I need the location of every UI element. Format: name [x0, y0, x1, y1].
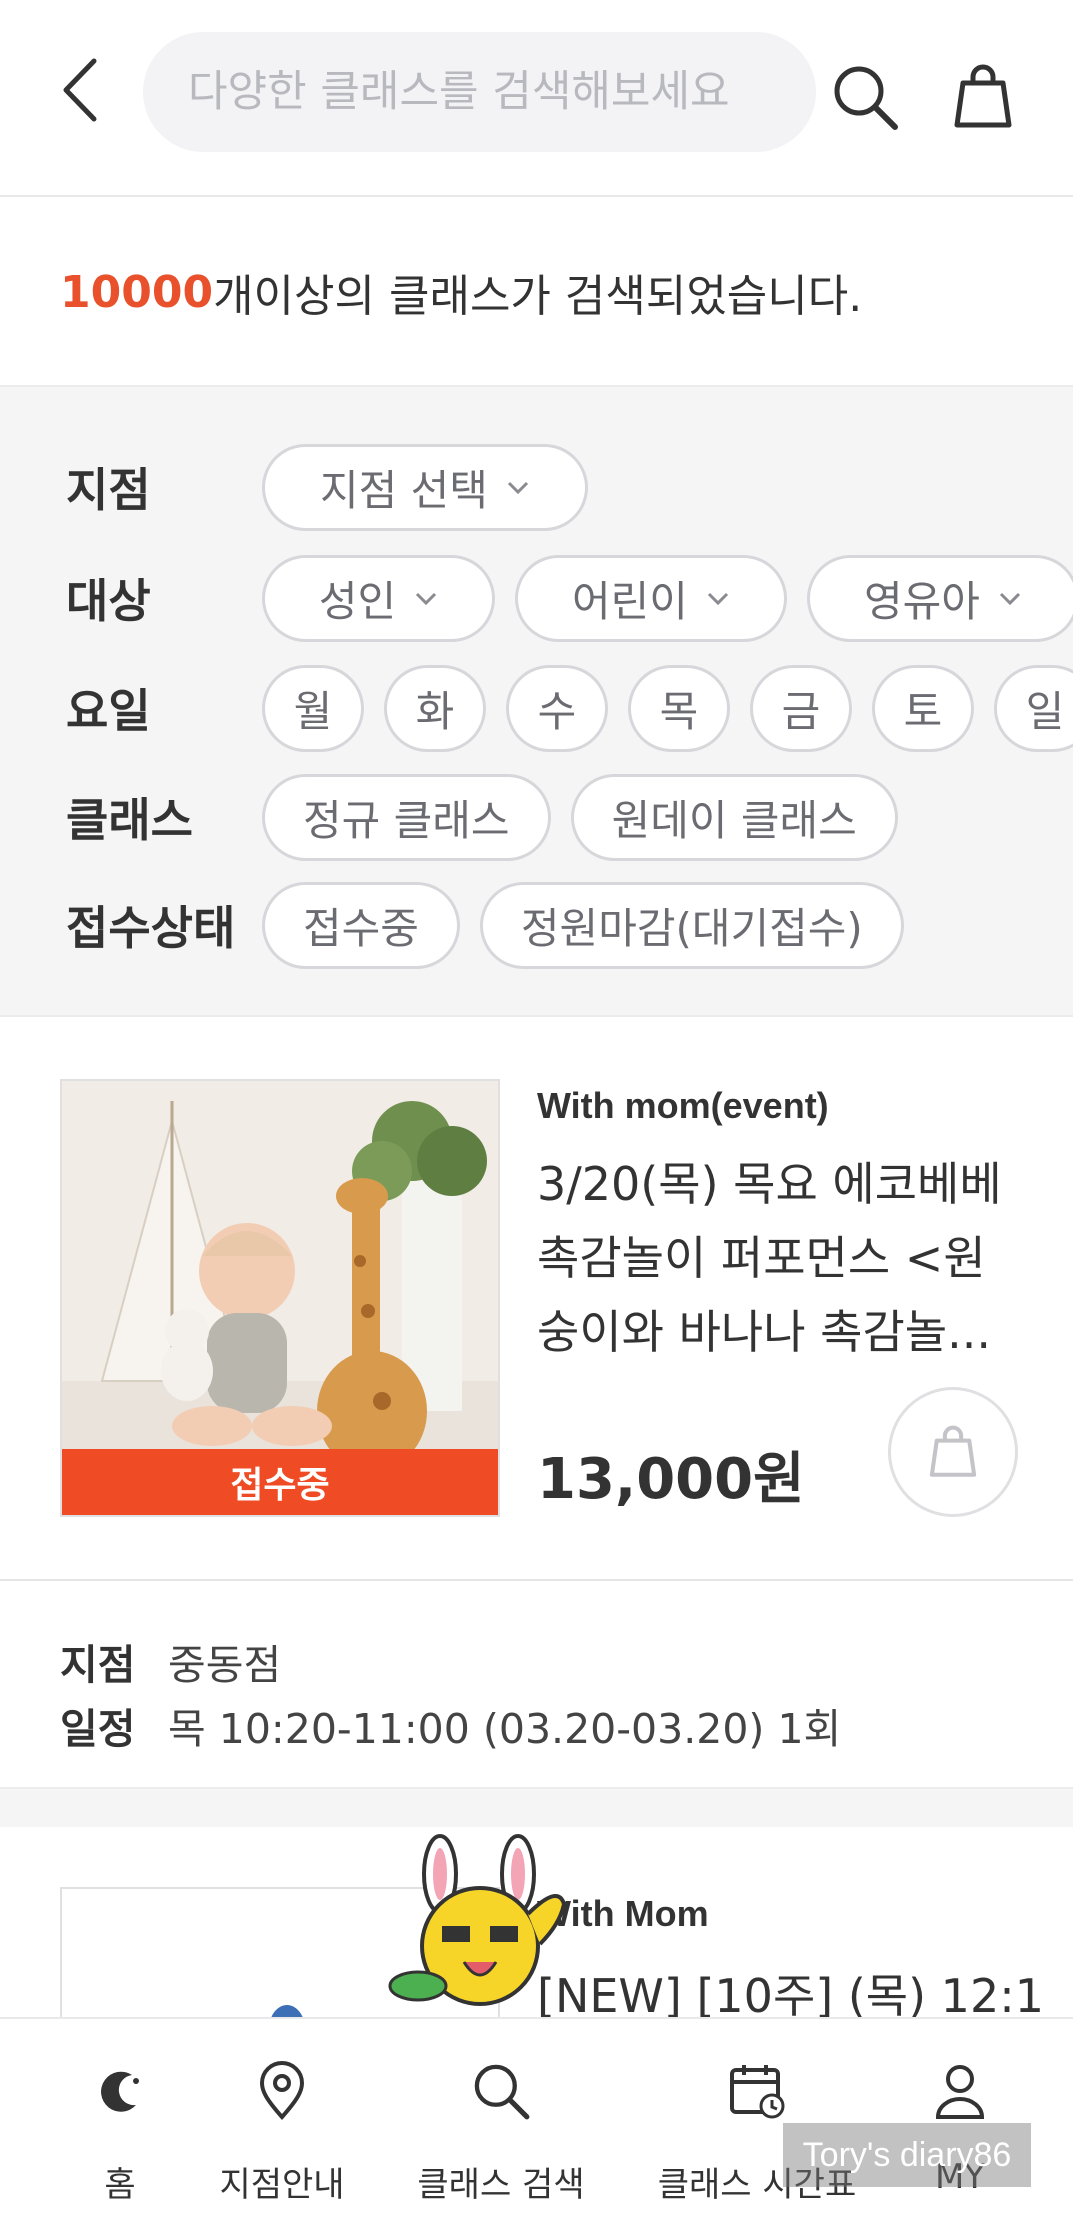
nav-search-label: 클래스 검색: [417, 2165, 585, 2205]
search-icon: [469, 2059, 533, 2123]
mascot-sticker: [388, 1834, 567, 2006]
target-chip-adult[interactable]: 성인: [262, 554, 495, 642]
chevron-down-icon: [707, 592, 729, 606]
back-button[interactable]: [50, 50, 110, 130]
day-chip-tue[interactable]: 화: [384, 664, 486, 752]
filter-label-branch: 지점: [66, 463, 151, 517]
day-chip-sun[interactable]: 일: [994, 664, 1073, 752]
class-chip-regular[interactable]: 정규 클래스: [262, 773, 551, 861]
filter-row-branch: 지점 지점 선택: [0, 442, 1073, 532]
cart-button[interactable]: [938, 52, 1028, 142]
day-chip-wed[interactable]: 수: [506, 664, 608, 752]
class-title[interactable]: 3/20(목) 목요 에코베베 촉감놀이 퍼포먼스 <원숭이와 바나나 촉감놀.…: [537, 1147, 1027, 1369]
branch-select-chip[interactable]: 지점 선택: [262, 443, 588, 531]
top-header: [0, 0, 1073, 197]
chevron-down-icon: [507, 481, 529, 495]
filter-row-target: 대상 성인 어린이 영유아: [0, 553, 1073, 643]
nav-branch-label: 지점안내: [219, 2165, 345, 2205]
branch-info-value: 중동점: [168, 1641, 282, 1689]
class-category: With mom(event): [537, 1085, 829, 1126]
shopping-bag-icon: [954, 64, 1012, 128]
filter-row-day: 요일 월 화 수 목 금 토 일: [0, 663, 1073, 753]
branch-info-label: 지점: [60, 1641, 136, 1689]
nav-search[interactable]: 클래스 검색: [410, 2019, 592, 2227]
schedule-info-value: 목 10:20-11:00 (03.20-03.20) 1회: [168, 1705, 842, 1753]
bottom-navigation: 홈 지점안내 클래스 검색 클래스 시간표 MY: [0, 2017, 1073, 2227]
target-chip-infant[interactable]: 영유아: [807, 554, 1073, 642]
map-pin-icon: [250, 2059, 314, 2123]
filter-label-status: 접수상태: [66, 901, 236, 955]
nav-branch[interactable]: 지점안내: [206, 2019, 358, 2227]
chevron-down-icon: [416, 592, 437, 606]
calendar-icon: [725, 2059, 789, 2123]
filter-row-status: 접수상태 접수중 정원마감(대기접수): [0, 880, 1073, 970]
filter-label-class: 클래스: [66, 793, 193, 847]
nav-home[interactable]: 홈: [68, 2019, 172, 2227]
search-field[interactable]: [143, 32, 816, 152]
class-thumbnail[interactable]: 접수중: [60, 1079, 500, 1517]
branch-info-row: 지점 중동점: [60, 1631, 281, 1691]
schedule-info-label: 일정: [60, 1705, 136, 1753]
class-info: 지점 중동점 일정 목 10:20-11:00 (03.20-03.20) 1회: [0, 1583, 1073, 1787]
class-card[interactable]: 접수중 With mom(event) 3/20(목) 목요 에코베베 촉감놀이…: [0, 1019, 1073, 1581]
chevron-left-icon: [63, 58, 97, 122]
shopping-bag-icon: [929, 1425, 977, 1477]
status-chip-open[interactable]: 접수중: [262, 881, 460, 969]
filter-row-class: 클래스 정규 클래스 원데이 클래스: [0, 772, 1073, 862]
nav-home-label: 홈: [104, 2165, 136, 2205]
search-icon: [834, 66, 898, 130]
watermark: Tory's diary86: [783, 2123, 1031, 2187]
search-input[interactable]: [188, 67, 771, 117]
home-logo-icon: [88, 2059, 152, 2123]
result-summary: 10000 개이상의 클래스가 검색되었습니다.: [0, 199, 1073, 385]
status-chip-full[interactable]: 정원마감(대기접수): [479, 881, 904, 969]
result-text: 개이상의 클래스가 검색되었습니다.: [213, 271, 863, 322]
class-title[interactable]: [NEW] [10주] (목) 12:1: [537, 1960, 1044, 2017]
status-badge: 접수중: [62, 1449, 498, 1515]
chevron-down-icon: [999, 592, 1021, 606]
day-chip-thu[interactable]: 목: [628, 664, 730, 752]
section-divider: [0, 1787, 1073, 1827]
filter-label-day: 요일: [66, 684, 151, 738]
day-chip-sat[interactable]: 토: [872, 664, 974, 752]
user-icon: [928, 2059, 992, 2123]
class-price: 13,000원: [537, 1447, 805, 1512]
class-chip-oneday[interactable]: 원데이 클래스: [570, 773, 898, 861]
target-chip-child[interactable]: 어린이: [515, 554, 787, 642]
day-chip-mon[interactable]: 월: [262, 664, 364, 752]
add-to-cart-button[interactable]: [888, 1387, 1018, 1517]
result-count: 10000: [60, 266, 214, 318]
search-button[interactable]: [820, 52, 910, 142]
schedule-info-row: 일정 목 10:20-11:00 (03.20-03.20) 1회: [60, 1695, 841, 1755]
filter-label-target: 대상: [66, 574, 151, 628]
day-chip-fri[interactable]: 금: [750, 664, 852, 752]
filter-panel: 지점 지점 선택 대상 성인 어린이 영유아 요일 월 화 수 목 금 토 일 …: [0, 385, 1073, 1017]
